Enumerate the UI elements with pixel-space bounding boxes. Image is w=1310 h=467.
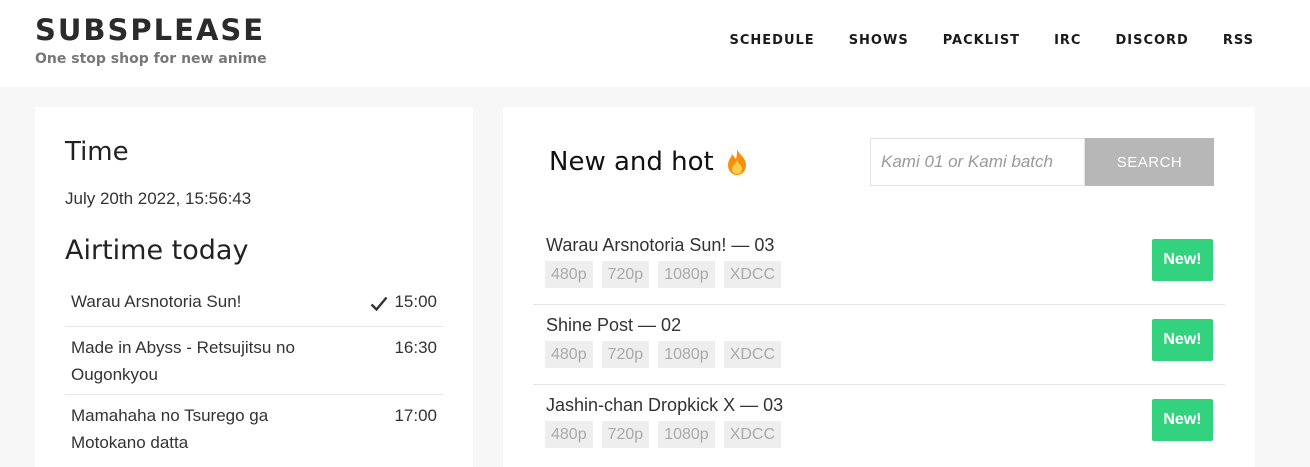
brand[interactable]: SUBSPLEASE One stop shop for new anime [35,12,267,67]
schedule-panel: Time July 20th 2022, 15:56:43 Airtime to… [35,107,473,467]
quality-720p-link[interactable]: 720p [601,341,650,368]
new-badge: New! [1152,319,1213,361]
nav-irc[interactable]: IRC [1054,33,1081,48]
release-title[interactable]: Shine Post — 02 [546,315,681,336]
nav-packlist[interactable]: PACKLIST [943,33,1020,48]
quality-720p-link[interactable]: 720p [601,421,650,448]
releases-panel: New and hot SEARCH Warau Arsnotoria Sun!… [503,107,1255,467]
airtime-heading: Airtime today [65,235,249,266]
quality-1080p-link[interactable]: 1080p [658,341,715,368]
quality-480p-link[interactable]: 480p [545,421,593,448]
airtime-time: 17:00 [394,406,437,425]
airtime-show-name: Made in Abyss - Retsujitsu no Ougonkyou [71,338,295,384]
airtime-show-name: Mamahaha no Tsurego ga Motokano datta [71,406,269,452]
quality-480p-link[interactable]: 480p [545,341,593,368]
new-badge: New! [1152,239,1213,281]
xdcc-link[interactable]: XDCC [723,341,782,368]
release-item: Jashin-chan Dropkick X — 03 480p 720p 10… [533,385,1225,464]
airtime-time: 16:30 [394,338,437,357]
nav-schedule[interactable]: SCHEDULE [730,33,815,48]
airtime-item[interactable]: Warau Arsnotoria Sun! 15:00 [65,281,443,327]
quality-1080p-link[interactable]: 1080p [658,421,715,448]
airtime-time-cell: 15:00 [370,288,437,320]
release-item: Warau Arsnotoria Sun! — 03 480p 720p 108… [533,225,1225,305]
site-tagline: One stop shop for new anime [35,51,267,67]
site-title[interactable]: SUBSPLEASE [35,12,267,48]
xdcc-link[interactable]: XDCC [723,261,782,288]
site-header: SUBSPLEASE One stop shop for new anime S… [0,0,1310,87]
xdcc-link[interactable]: XDCC [723,421,782,448]
quality-480p-link[interactable]: 480p [545,261,593,288]
nav-rss[interactable]: RSS [1223,33,1254,48]
new-badge: New! [1152,399,1213,441]
airtime-list: Warau Arsnotoria Sun! 15:00 Made in Abys… [65,281,443,462]
release-list: Warau Arsnotoria Sun! — 03 480p 720p 108… [533,225,1225,464]
airtime-item[interactable]: Made in Abyss - Retsujitsu no Ougonkyou … [65,327,443,395]
airtime-time: 15:00 [394,292,437,311]
quality-1080p-link[interactable]: 1080p [658,261,715,288]
fire-icon [722,147,752,177]
release-title[interactable]: Warau Arsnotoria Sun! — 03 [546,235,774,256]
release-item: Shine Post — 02 480p 720p 1080p XDCC New… [533,305,1225,385]
new-and-hot-title: New and hot [549,147,714,177]
checkmark-icon [370,293,388,320]
quality-links: 480p 720p 1080p XDCC [545,341,790,368]
quality-links: 480p 720p 1080p XDCC [545,261,790,288]
search-button[interactable]: SEARCH [1085,138,1214,186]
current-time: July 20th 2022, 15:56:43 [65,189,252,208]
release-title[interactable]: Jashin-chan Dropkick X — 03 [546,395,783,416]
airtime-item[interactable]: Mamahaha no Tsurego ga Motokano datta 17… [65,395,443,462]
airtime-show-name: Warau Arsnotoria Sun! [71,292,242,311]
nav-shows[interactable]: SHOWS [849,33,909,48]
time-heading: Time [65,137,129,167]
search-input[interactable] [870,138,1085,186]
main-nav: SCHEDULE SHOWS PACKLIST IRC DISCORD RSS [696,33,1255,48]
quality-links: 480p 720p 1080p XDCC [545,421,790,448]
quality-720p-link[interactable]: 720p [601,261,650,288]
nav-discord[interactable]: DISCORD [1115,33,1188,48]
new-and-hot-heading: New and hot [549,147,752,177]
